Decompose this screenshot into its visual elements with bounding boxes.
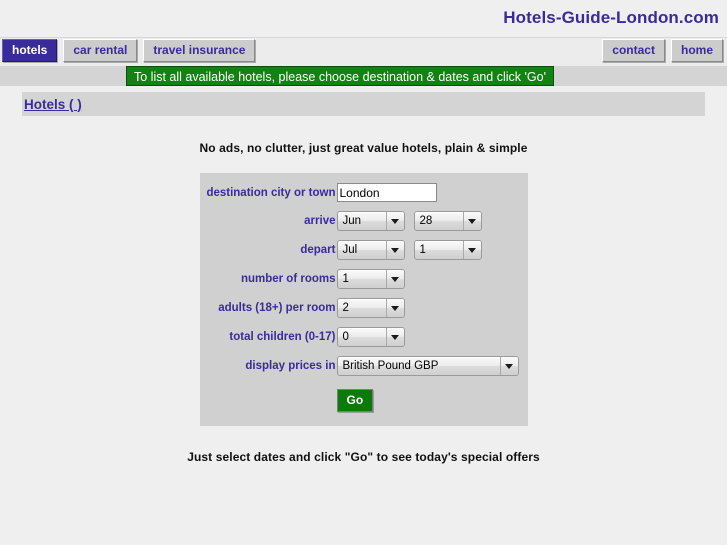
chevron-down-icon xyxy=(499,357,518,375)
tagline: No ads, no clutter, just great value hot… xyxy=(199,141,528,155)
chevron-down-icon xyxy=(385,241,404,259)
nav-item-home[interactable]: home xyxy=(670,39,723,62)
chevron-down-icon xyxy=(462,241,481,259)
depart-fields: Jul 1 xyxy=(336,240,482,260)
arrive-label: arrive xyxy=(304,215,336,227)
page-title: Hotels ( ) xyxy=(24,96,82,112)
form-row-depart: depart Jul 1 xyxy=(200,240,528,260)
rooms-label: number of rooms xyxy=(240,273,336,285)
chevron-down-icon xyxy=(385,270,404,288)
rooms-fields: 1 xyxy=(336,269,405,289)
depart-month-select[interactable]: Jul xyxy=(336,240,405,260)
arrive-month-value: Jun xyxy=(342,215,362,227)
instruction-banner: To list all available hotels, please cho… xyxy=(126,66,554,86)
hotel-search-form: destination city or town arrive Jun 28 d… xyxy=(199,173,528,426)
nav-item-hotels[interactable]: hotels xyxy=(2,39,58,62)
chevron-down-icon xyxy=(462,212,481,230)
nav-left-group: hotels car rental travel insurance xyxy=(2,39,256,62)
adults-label: adults (18+) per room xyxy=(218,302,336,314)
depart-month-value: Jul xyxy=(342,244,358,256)
page-title-band: Hotels ( ) xyxy=(22,92,705,116)
nav-item-hotels-label: hotels xyxy=(12,43,48,57)
chevron-down-icon xyxy=(385,299,404,317)
currency-select[interactable]: British Pound GBP xyxy=(336,356,519,376)
main-content: No ads, no clutter, just great value hot… xyxy=(0,141,727,464)
main-navigation-bar: hotels car rental travel insurance conta… xyxy=(0,37,727,66)
destination-label: destination city or town xyxy=(206,186,336,199)
currency-label: display prices in xyxy=(245,360,336,372)
nav-item-home-label: home xyxy=(680,43,713,57)
currency-fields: British Pound GBP xyxy=(336,356,519,376)
page-title-band-wrapper: Hotels ( ) xyxy=(0,86,727,116)
form-row-arrive: arrive Jun 28 xyxy=(200,211,528,231)
form-row-currency: display prices in British Pound GBP xyxy=(200,356,528,376)
depart-day-value: 1 xyxy=(419,244,426,256)
children-select[interactable]: 0 xyxy=(336,327,405,347)
nav-item-contact[interactable]: contact xyxy=(602,39,665,62)
rooms-value: 1 xyxy=(342,273,349,285)
destination-input[interactable] xyxy=(336,183,437,202)
nav-right-group: contact home xyxy=(602,39,723,62)
rooms-select[interactable]: 1 xyxy=(336,269,405,289)
destination-fields xyxy=(336,183,437,202)
nav-item-travel-insurance[interactable]: travel insurance xyxy=(143,39,256,62)
form-row-children: total children (0-17) 0 xyxy=(200,327,528,347)
form-row-submit: Go xyxy=(200,389,528,412)
form-row-rooms: number of rooms 1 xyxy=(200,269,528,289)
notice-strip: To list all available hotels, please cho… xyxy=(0,66,727,86)
arrive-month-select[interactable]: Jun xyxy=(336,211,405,231)
form-row-adults: adults (18+) per room 2 xyxy=(200,298,528,318)
arrive-day-value: 28 xyxy=(419,215,433,227)
nav-item-travel-insurance-label: travel insurance xyxy=(153,43,246,57)
nav-item-car-rental[interactable]: car rental xyxy=(63,39,138,62)
chevron-down-icon xyxy=(385,328,404,346)
chevron-down-icon xyxy=(385,212,404,230)
depart-label: depart xyxy=(300,244,336,256)
site-header: Hotels-Guide-London.com xyxy=(0,0,727,37)
nav-item-car-rental-label: car rental xyxy=(73,43,128,57)
children-label: total children (0-17) xyxy=(229,331,336,343)
children-value: 0 xyxy=(342,331,349,343)
adults-fields: 2 xyxy=(336,298,405,318)
depart-day-select[interactable]: 1 xyxy=(413,240,482,260)
go-button[interactable]: Go xyxy=(336,389,374,412)
children-fields: 0 xyxy=(336,327,405,347)
arrive-fields: Jun 28 xyxy=(336,211,482,231)
currency-value: British Pound GBP xyxy=(342,360,439,372)
nav-item-contact-label: contact xyxy=(612,43,655,57)
arrive-day-select[interactable]: 28 xyxy=(413,211,482,231)
form-row-destination: destination city or town xyxy=(200,183,528,202)
site-title: Hotels-Guide-London.com xyxy=(503,8,719,27)
adults-value: 2 xyxy=(342,302,349,314)
footer-note: Just select dates and click "Go" to see … xyxy=(187,450,540,464)
adults-select[interactable]: 2 xyxy=(336,298,405,318)
